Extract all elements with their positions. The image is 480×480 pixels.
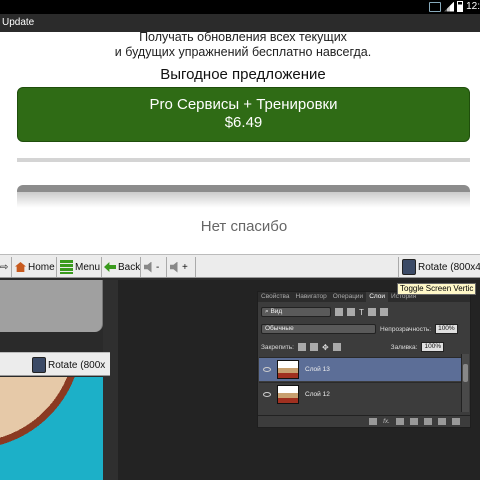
adjustment-filter-icon[interactable]: [347, 308, 355, 316]
trash-icon[interactable]: [452, 418, 460, 425]
visibility-eye-icon[interactable]: [263, 392, 271, 397]
no-thanks-button[interactable]: Нет спасибо: [0, 218, 480, 235]
toolbar-separator: [398, 257, 399, 277]
back-icon: [104, 262, 116, 272]
lock-label: Закрепить:: [261, 343, 294, 351]
battery-icon: [457, 1, 464, 12]
layer-thumbnail: [277, 360, 299, 379]
type-filter-icon[interactable]: T: [359, 308, 364, 317]
volume-icon: [170, 261, 178, 273]
kind-select-value: Вид: [270, 308, 283, 315]
buy-pro-button[interactable]: Pro Сервисы + Тренировки $6.49: [17, 87, 470, 142]
layer-name: Слой 13: [305, 366, 330, 373]
layer-row[interactable]: Слой 13: [259, 357, 463, 381]
pixel-filter-icon[interactable]: [335, 308, 343, 316]
arrow-icon: ⇨: [0, 261, 9, 273]
tab-actions[interactable]: Операции: [330, 292, 366, 302]
volume-icon: [144, 261, 152, 273]
visibility-eye-icon[interactable]: [263, 367, 271, 372]
rotate-button[interactable]: Rotate (800x4: [402, 257, 480, 277]
home-button[interactable]: Home: [15, 257, 55, 277]
new-layer-icon[interactable]: [438, 418, 446, 425]
shape-filter-icon[interactable]: [367, 308, 376, 316]
update-dialog: Update Получать обновления всех текущих …: [0, 14, 480, 254]
toolbar-separator: [11, 257, 12, 277]
lock-pixels-icon[interactable]: [297, 343, 306, 351]
status-bar: 12:: [0, 0, 480, 14]
lock-all-icon[interactable]: [332, 343, 341, 351]
rotate-device-icon: [402, 259, 416, 275]
link-layers-icon[interactable]: [369, 418, 378, 425]
background-window: [0, 280, 103, 332]
computer-icon: [429, 1, 442, 12]
status-icons: 12:: [429, 1, 480, 12]
divider: [17, 158, 470, 162]
description-line-2: и будущих упражнений бесплатно навсегда.: [114, 45, 372, 59]
desktop-strip: [103, 280, 118, 480]
rotate-button-secondary[interactable]: Rotate (800x: [32, 355, 105, 375]
volume-down-label: -: [156, 261, 160, 273]
signal-icon: [444, 1, 455, 12]
blend-row: Обычные Непрозрачность: 100%: [261, 323, 467, 335]
layer-thumbnail: [277, 385, 299, 404]
back-label: Back: [118, 261, 141, 273]
layers-footer: fx.: [258, 415, 470, 427]
rotate-device-icon: [32, 357, 46, 373]
fill-input[interactable]: 100%: [421, 342, 445, 352]
layer-style-button[interactable]: fx.: [383, 418, 390, 425]
volume-up-label: +: [182, 261, 188, 273]
menu-label: Menu: [75, 261, 101, 273]
opacity-input[interactable]: 100%: [435, 324, 458, 334]
volume-down-button[interactable]: -: [144, 257, 159, 277]
add-mask-icon[interactable]: [396, 418, 404, 425]
adjustment-layer-icon[interactable]: [410, 418, 418, 425]
tooltip: Toggle Screen Vertic: [397, 283, 477, 295]
layers-panel: Свойства Навигатор Операции Слои История…: [257, 291, 471, 428]
home-label: Home: [28, 261, 55, 273]
buy-button-title: Pro Сервисы + Тренировки: [149, 96, 338, 113]
offer-heading: Выгодное предложение: [160, 66, 326, 83]
tab-navigator[interactable]: Навигатор: [293, 292, 330, 302]
opacity-label: Непрозрачность:: [380, 325, 432, 333]
toolbar-arrow[interactable]: ⇨: [0, 257, 8, 277]
toolbar-separator: [195, 257, 196, 277]
lock-image-icon[interactable]: [309, 343, 318, 351]
buy-button-price: $6.49: [224, 114, 263, 131]
menu-button[interactable]: Menu: [60, 257, 100, 277]
volume-up-button[interactable]: +: [170, 257, 188, 277]
blend-mode-select[interactable]: Обычные: [261, 324, 376, 334]
layer-row[interactable]: Слой 12: [259, 382, 463, 406]
lock-position-icon[interactable]: ✥: [322, 343, 329, 352]
toolbar-separator: [56, 257, 57, 277]
tab-layers[interactable]: Слои: [366, 292, 388, 302]
toolbar-separator: [140, 257, 141, 277]
layer-name: Слой 12: [305, 391, 330, 398]
emulator-toolbar: ⇨ Home Menu Back - + Rotate (800x4: [0, 254, 480, 278]
tab-properties[interactable]: Свойства: [258, 292, 293, 302]
menu-icon: [60, 260, 73, 274]
emulator-toolbar-secondary: Rotate (800x: [0, 352, 110, 376]
screen: 12: Update Получать обновления всех теку…: [0, 0, 480, 480]
layers-scrollbar[interactable]: [461, 354, 469, 412]
description-line-1: Получать обновления всех текущих: [139, 30, 347, 44]
lock-row: Закрепить: ✥ Заливка: 100%: [261, 341, 467, 353]
back-button[interactable]: Back: [104, 257, 140, 277]
rotate-label-secondary: Rotate (800x: [48, 359, 106, 371]
toolbar-separator: [166, 257, 167, 277]
scrollbar-thumb[interactable]: [463, 364, 468, 382]
filter-row: ⌕ Вид T: [261, 306, 467, 318]
toolbar-separator: [101, 257, 102, 277]
home-icon: [15, 262, 26, 272]
clock: 12:: [466, 1, 480, 12]
fill-label: Заливка:: [390, 343, 418, 351]
group-folder-icon[interactable]: [424, 418, 432, 425]
canvas-photo: [0, 377, 103, 480]
rotate-label: Rotate (800x4: [418, 261, 480, 273]
kind-select[interactable]: ⌕ Вид: [261, 307, 331, 317]
smart-object-filter-icon[interactable]: [379, 308, 388, 316]
